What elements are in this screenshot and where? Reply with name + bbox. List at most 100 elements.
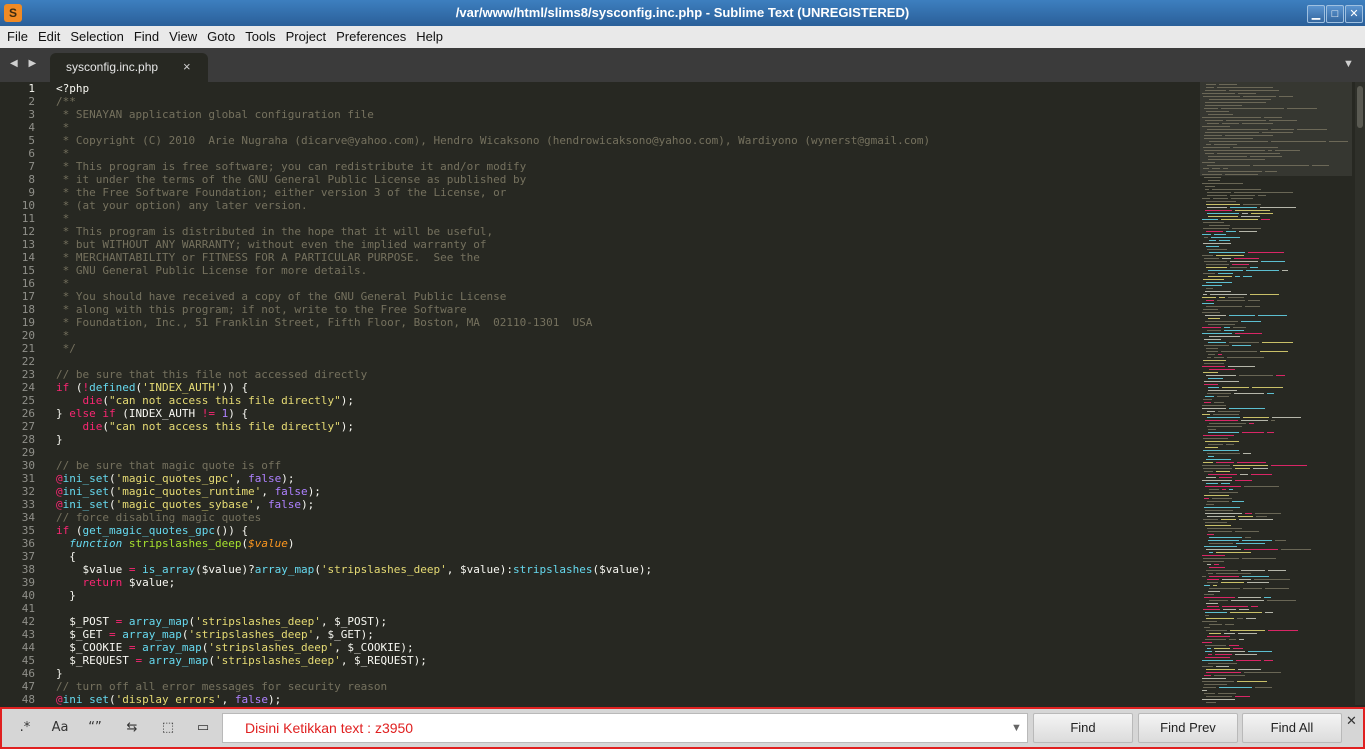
minimap-line [1216, 471, 1230, 472]
menu-project[interactable]: Project [281, 26, 331, 48]
code-token: , [261, 485, 275, 498]
code-token: array_map [142, 641, 202, 654]
minimap-line [1207, 648, 1211, 649]
code-token: ini_set [62, 472, 109, 485]
minimap-line [1203, 372, 1218, 373]
minimap-line [1268, 150, 1272, 151]
menu-selection[interactable]: Selection [65, 26, 128, 48]
menu-view[interactable]: View [164, 26, 202, 48]
minimap-line [1204, 339, 1221, 340]
minimap-line [1267, 600, 1296, 601]
tab-dropdown-icon[interactable]: ▼ [1343, 58, 1354, 70]
minimap-line [1244, 672, 1281, 673]
minimap-line [1232, 228, 1261, 229]
line-number: 12 [21, 225, 35, 238]
tab-sysconfig[interactable]: sysconfig.inc.php × [50, 53, 208, 82]
minimap-line [1243, 204, 1261, 205]
minimap-line [1208, 432, 1239, 433]
minimap-line [1230, 267, 1247, 268]
tab-nav-arrows-icon[interactable]: ◀ ▶ [10, 58, 40, 69]
minimap-line [1203, 468, 1232, 469]
minimap-line [1229, 315, 1255, 316]
minimap-line [1202, 666, 1213, 667]
minimap-line [1202, 93, 1235, 94]
scrollbar-thumb[interactable] [1357, 86, 1363, 128]
whole-word-toggle[interactable]: “” [80, 715, 110, 741]
minimap-line [1221, 582, 1244, 583]
menu-tools[interactable]: Tools [240, 26, 280, 48]
menu-find[interactable]: Find [129, 26, 164, 48]
line-number: 40 [21, 589, 35, 602]
minimap-line [1208, 276, 1232, 277]
minimap-line [1204, 150, 1265, 151]
minimap-line [1202, 366, 1225, 367]
menu-help[interactable]: Help [411, 26, 448, 48]
minimap-line [1207, 528, 1242, 529]
highlight-matches-toggle[interactable]: ▭ [188, 715, 218, 741]
wrap-toggle[interactable]: ⇆ [117, 715, 147, 741]
code-token: ( [102, 394, 109, 407]
minimap-line [1238, 633, 1257, 634]
code-line: * Copyright (C) 2010 Arie Nugraha (dicar… [56, 134, 1196, 147]
find-all-button[interactable]: Find All [1242, 713, 1342, 743]
minimap-line [1202, 480, 1232, 481]
minimap-line [1232, 501, 1244, 502]
minimap[interactable] [1200, 82, 1352, 705]
minimap-line [1202, 198, 1210, 199]
find-history-dropdown-icon[interactable]: ▼ [1011, 714, 1022, 742]
minimap-line [1204, 237, 1208, 238]
in-selection-toggle[interactable]: ⬚ [153, 715, 183, 741]
menu-edit[interactable]: Edit [33, 26, 65, 48]
minimap-line [1241, 216, 1260, 217]
minimap-line [1253, 165, 1309, 166]
code-token: */ [56, 342, 76, 355]
line-number: 7 [28, 160, 35, 173]
menu-goto[interactable]: Goto [202, 26, 240, 48]
minimap-line [1211, 237, 1240, 238]
menu-preferences[interactable]: Preferences [331, 26, 411, 48]
minimap-line [1204, 498, 1209, 499]
code-editor[interactable]: <?php/** * SENAYAN application global co… [56, 82, 1196, 705]
line-number: 1 [28, 82, 35, 95]
find-prev-button[interactable]: Find Prev [1138, 713, 1238, 743]
minimap-line [1208, 324, 1235, 325]
line-number: 46 [21, 667, 35, 680]
case-sensitive-toggle[interactable]: Aa [45, 715, 75, 741]
regex-toggle[interactable]: .* [10, 715, 40, 741]
minimize-button[interactable]: ▁ [1307, 5, 1325, 23]
tab-close-icon[interactable]: × [183, 59, 191, 74]
minimap-line [1206, 267, 1227, 268]
minimap-line [1205, 102, 1266, 103]
find-button[interactable]: Find [1033, 713, 1133, 743]
line-number: 44 [21, 641, 35, 654]
code-token: ); [267, 693, 282, 705]
minimap-line [1271, 420, 1275, 421]
code-line: die("can not access this file directly")… [56, 420, 1196, 433]
minimap-line [1238, 597, 1261, 598]
minimap-line [1214, 675, 1245, 676]
minimap-line [1229, 408, 1265, 409]
code-line: } [56, 589, 1196, 602]
code-token: * [56, 329, 70, 342]
code-token: ( [208, 654, 215, 667]
find-input[interactable]: Disini Ketikkan text : z3950 ▼ [222, 713, 1028, 743]
minimap-line [1207, 249, 1227, 250]
vertical-scrollbar[interactable] [1355, 82, 1365, 705]
maximize-button[interactable]: □ [1326, 5, 1344, 23]
minimap-line [1206, 696, 1232, 697]
minimap-line [1202, 312, 1220, 313]
minimap-line [1265, 588, 1289, 589]
code-token: ( [314, 563, 321, 576]
line-number: 25 [21, 394, 35, 407]
code-line: * This program is distributed in the hop… [56, 225, 1196, 238]
minimap-line [1203, 519, 1218, 520]
menu-file[interactable]: File [2, 26, 33, 48]
line-number: 4 [28, 121, 35, 134]
find-close-icon[interactable]: ✕ [1346, 713, 1357, 729]
minimap-line [1226, 120, 1266, 121]
minimap-line [1214, 564, 1219, 565]
code-line: * but WITHOUT ANY WARRANTY; without even… [56, 238, 1196, 251]
close-window-button[interactable]: ✕ [1345, 5, 1363, 23]
minimap-line [1209, 336, 1240, 337]
code-line: * Foundation, Inc., 51 Franklin Street, … [56, 316, 1196, 329]
